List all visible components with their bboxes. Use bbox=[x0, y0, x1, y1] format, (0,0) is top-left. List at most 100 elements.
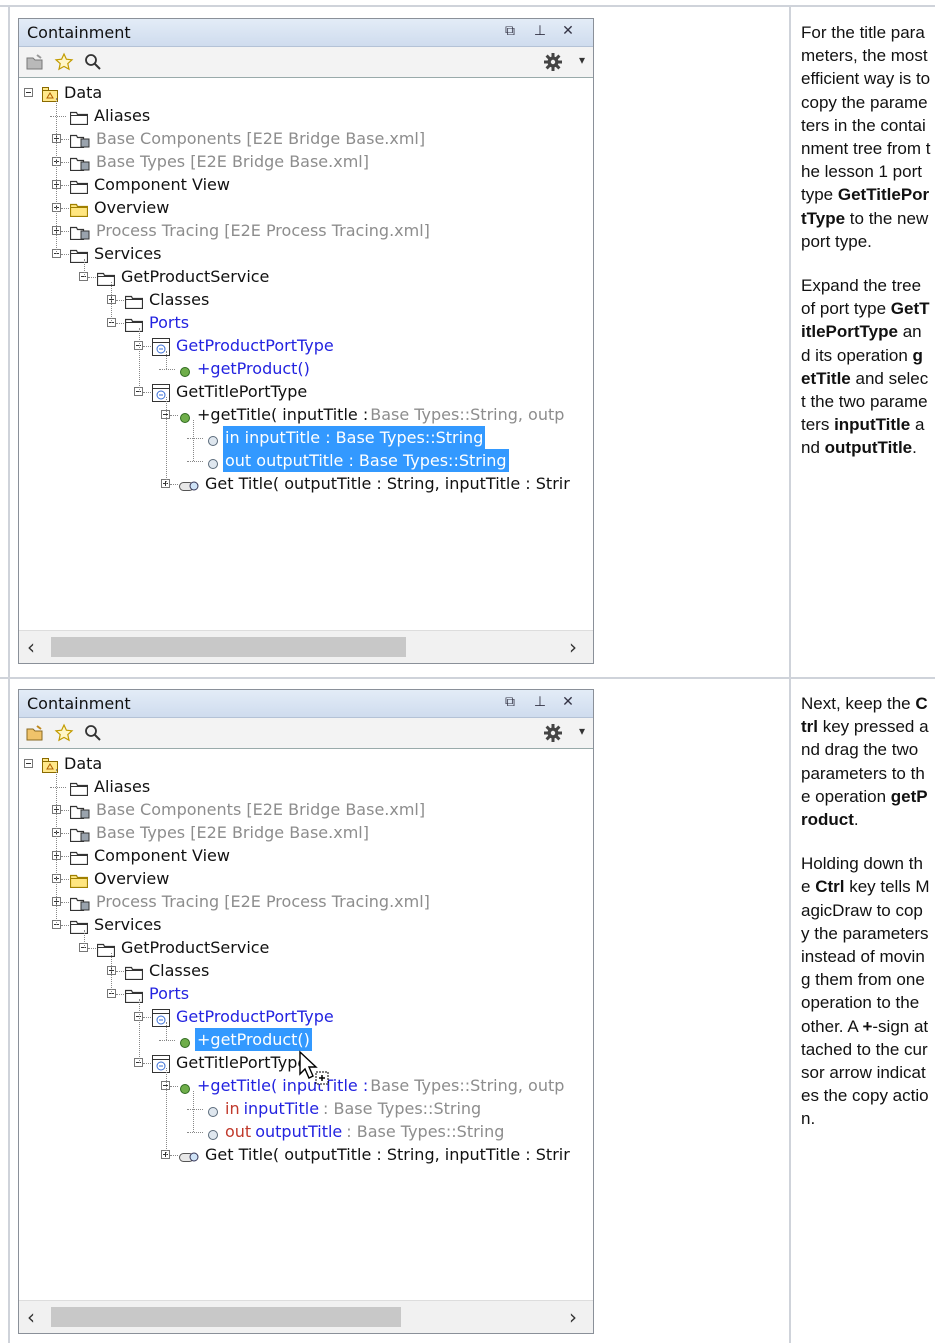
tree-item-5[interactable]: Component View bbox=[69, 173, 232, 196]
open-folder-icon[interactable] bbox=[25, 52, 45, 72]
parameter-name: inputTitle bbox=[243, 1099, 320, 1118]
pin-icon[interactable]: ⊥ bbox=[532, 23, 548, 39]
restore-icon[interactable]: ⧉ bbox=[502, 23, 518, 39]
horizontal-scrollbar[interactable]: ‹ › bbox=[19, 1300, 593, 1333]
scroll-right-icon[interactable]: › bbox=[569, 635, 577, 659]
collapse-icon[interactable] bbox=[24, 759, 33, 768]
tree-connector bbox=[61, 208, 69, 209]
tree-item-15[interactable]: +getTitle( inputTitle : Base Types::Strin… bbox=[179, 1074, 566, 1097]
tree-connector bbox=[116, 994, 124, 995]
tree-connector bbox=[166, 1068, 167, 1155]
note-bold-term: Ctrl bbox=[815, 877, 845, 897]
tree-item-11[interactable]: Ports bbox=[124, 311, 191, 334]
tree-item-6[interactable]: Overview bbox=[69, 196, 171, 219]
collapse-icon[interactable] bbox=[24, 88, 33, 97]
tree-item-9[interactable]: GetProductService bbox=[96, 265, 271, 288]
panel-title: Containment bbox=[27, 694, 131, 713]
tree-connector bbox=[187, 1132, 203, 1133]
panel-toolbar: ▾ bbox=[19, 718, 593, 748]
open-folder-icon[interactable] bbox=[25, 723, 45, 743]
note-text: . bbox=[853, 810, 859, 830]
gear-icon[interactable] bbox=[543, 52, 563, 72]
activity-icon bbox=[179, 1147, 199, 1170]
tree-item-9[interactable]: GetProductService bbox=[96, 936, 271, 959]
tree-item-5[interactable]: Component View bbox=[69, 844, 232, 867]
tree-item-label: Component View bbox=[94, 846, 230, 865]
activity-icon bbox=[179, 476, 199, 499]
tree-item-label: +getTitle( inputTitle : bbox=[197, 1076, 369, 1095]
tree-item-12[interactable]: GetProductPortType bbox=[152, 334, 336, 357]
search-icon[interactable] bbox=[83, 723, 103, 743]
tree-item-18[interactable]: Get Title( outputTitle : String, inputTi… bbox=[179, 1143, 572, 1166]
tree-item-16[interactable]: in inputTitle : Base Types::String bbox=[207, 426, 486, 449]
note-text: Next, keep the bbox=[801, 694, 916, 713]
tree-item-13[interactable]: +getProduct() bbox=[179, 357, 312, 380]
folder-icon bbox=[124, 986, 144, 1009]
panel-titlebar: Containment ⧉ ⊥ ✕ bbox=[19, 19, 593, 47]
tree-item-14[interactable]: GetTitlePortType bbox=[152, 380, 309, 403]
close-icon[interactable]: ✕ bbox=[560, 23, 576, 39]
scroll-right-icon[interactable]: › bbox=[569, 1305, 577, 1329]
containment-tree: Data Aliases Base Components [E2E Bridge B… bbox=[19, 748, 593, 1301]
tree-item-4[interactable]: Base Types [E2E Bridge Base.xml] bbox=[69, 150, 371, 173]
scroll-left-icon[interactable]: ‹ bbox=[27, 1305, 35, 1329]
tree-connector bbox=[159, 1040, 175, 1041]
operation-icon bbox=[179, 407, 191, 430]
note-paragraph: For the title parameters, the most effic… bbox=[801, 21, 931, 253]
tree-item-15[interactable]: +getTitle( inputTitle : Base Types::Strin… bbox=[179, 403, 566, 426]
tree-item-17[interactable]: out outputTitle: Base Types::String bbox=[207, 1120, 506, 1143]
instruction-note-1: For the title parameters, the most effic… bbox=[801, 21, 931, 481]
tree-item-label: GetProductPortType bbox=[176, 1007, 334, 1026]
parameter-type: : Base Types::String bbox=[323, 1099, 482, 1118]
tree-item-2[interactable]: Aliases bbox=[69, 775, 152, 798]
restore-icon[interactable]: ⧉ bbox=[502, 694, 518, 710]
chevron-down-icon[interactable]: ▾ bbox=[579, 53, 585, 67]
tree-item-10[interactable]: Classes bbox=[124, 959, 211, 982]
tree-item-label: Services bbox=[94, 244, 162, 263]
tree-item-label: out outputTitle : Base Types::String bbox=[223, 449, 509, 472]
folder-icon bbox=[69, 917, 89, 940]
tree-item-3[interactable]: Base Components [E2E Bridge Base.xml] bbox=[69, 127, 427, 150]
tree-item-label: Base Types [E2E Bridge Base.xml] bbox=[96, 823, 369, 842]
note-bold-term: + bbox=[862, 1016, 873, 1036]
scroll-left-icon[interactable]: ‹ bbox=[27, 635, 35, 659]
close-icon[interactable]: ✕ bbox=[560, 694, 576, 710]
gear-icon[interactable] bbox=[543, 723, 563, 743]
panel-toolbar: ▾ bbox=[19, 47, 593, 77]
tree-item-3[interactable]: Base Components [E2E Bridge Base.xml] bbox=[69, 798, 427, 821]
horizontal-scrollbar[interactable]: ‹ › bbox=[19, 630, 593, 663]
note-text: . bbox=[912, 438, 917, 458]
tree-item-10[interactable]: Classes bbox=[124, 288, 211, 311]
parameter-name: outputTitle bbox=[255, 1122, 343, 1141]
tree-item-1[interactable]: Data bbox=[42, 752, 104, 775]
pin-icon[interactable]: ⊥ bbox=[532, 694, 548, 710]
containment-panel-1: Containment ⧉ ⊥ ✕ ▾ Data Aliases Base Comp… bbox=[18, 18, 594, 664]
tree-item-6[interactable]: Overview bbox=[69, 867, 171, 890]
search-icon[interactable] bbox=[83, 52, 103, 72]
tree-item-label: GetProductPortType bbox=[176, 336, 334, 355]
tree-item-17[interactable]: out outputTitle : Base Types::String bbox=[207, 449, 509, 472]
tree-item-4[interactable]: Base Types [E2E Bridge Base.xml] bbox=[69, 821, 371, 844]
tree-item-7[interactable]: Process Tracing [E2E Process Tracing.xml… bbox=[69, 219, 432, 242]
chevron-down-icon[interactable]: ▾ bbox=[579, 724, 585, 738]
tree-item-14[interactable]: GetTitlePortType bbox=[152, 1051, 309, 1074]
scrollbar-thumb[interactable] bbox=[51, 637, 406, 657]
star-icon[interactable] bbox=[54, 723, 74, 743]
tree-item-label: +getProduct() bbox=[195, 1028, 312, 1051]
tree-item-1[interactable]: Data bbox=[42, 81, 104, 104]
tree-item-18[interactable]: Get Title( outputTitle : String, inputTi… bbox=[179, 472, 572, 495]
tree-item-16[interactable]: in inputTitle: Base Types::String bbox=[207, 1097, 483, 1120]
tree-connector bbox=[193, 420, 194, 461]
tree-connector bbox=[61, 185, 69, 186]
star-icon[interactable] bbox=[54, 52, 74, 72]
scrollbar-thumb[interactable] bbox=[51, 1307, 401, 1327]
tree-item-2[interactable]: Aliases bbox=[69, 104, 152, 127]
tree-item-12[interactable]: GetProductPortType bbox=[152, 1005, 336, 1028]
tree-item-7[interactable]: Process Tracing [E2E Process Tracing.xml… bbox=[69, 890, 432, 913]
tree-item-13[interactable]: +getProduct() bbox=[179, 1028, 312, 1051]
table-border-column bbox=[789, 5, 791, 1343]
parameter-direction: in bbox=[225, 1099, 240, 1118]
tree-item-11[interactable]: Ports bbox=[124, 982, 191, 1005]
tree-item-label: Aliases bbox=[94, 777, 151, 796]
tree-item-label: in inputTitle : Base Types::String bbox=[223, 426, 486, 449]
